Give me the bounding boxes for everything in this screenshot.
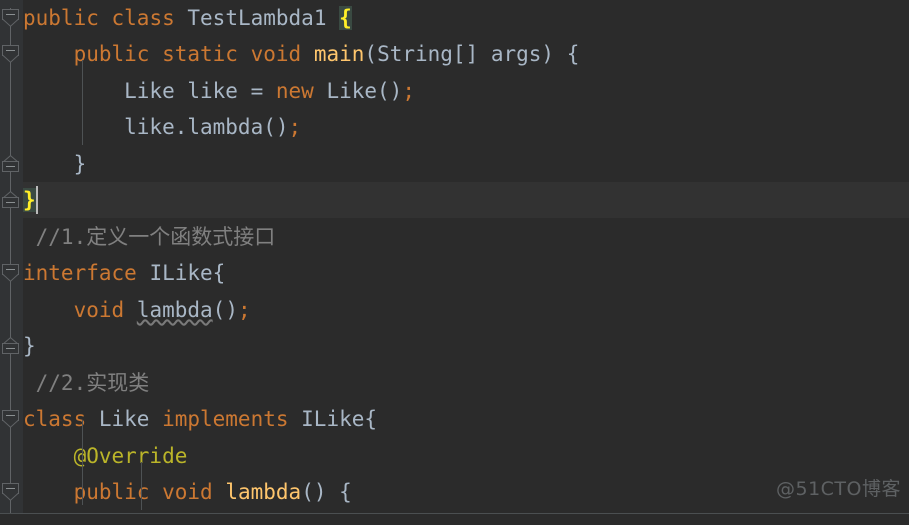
- code-token: }: [23, 334, 36, 358]
- code-token: interface: [23, 261, 137, 285]
- code-line[interactable]: }: [0, 182, 909, 218]
- fold-rail: [10, 8, 11, 513]
- fold-region-end-icon[interactable]: [2, 337, 19, 354]
- code-token: class: [111, 6, 175, 30]
- code-token: {: [339, 6, 352, 30]
- code-token: class: [23, 407, 87, 431]
- code-token: ILike{: [288, 407, 378, 431]
- code-token: Like: [86, 407, 163, 431]
- code-token: public: [73, 42, 150, 66]
- code-token: static: [162, 42, 238, 66]
- code-line-text: }: [23, 146, 87, 182]
- fold-collapse-icon[interactable]: [2, 9, 19, 27]
- fold-region-end-icon[interactable]: [2, 191, 19, 208]
- fold-collapse-icon[interactable]: [2, 483, 19, 501]
- code-line[interactable]: @Override: [0, 438, 909, 474]
- fold-collapse-icon[interactable]: [2, 45, 19, 63]
- code-line-text: }: [23, 182, 36, 218]
- code-token: ;: [402, 79, 415, 103]
- code-token: Like like =: [23, 79, 276, 103]
- watermark-label: @51CTO博客: [775, 478, 901, 500]
- code-line[interactable]: interface ILike{: [0, 255, 909, 291]
- code-token: ;: [288, 115, 302, 139]
- code-token: (): [212, 298, 238, 322]
- code-token: () {: [301, 480, 352, 504]
- code-token: }: [23, 188, 36, 212]
- code-line-text: like.lambda();: [23, 109, 301, 145]
- code-line-text: interface ILike{: [23, 255, 225, 291]
- code-token: ILike{: [136, 261, 226, 285]
- indent-guide: [82, 60, 83, 145]
- code-token: new: [275, 79, 314, 103]
- fold-region-end-icon[interactable]: [2, 155, 19, 172]
- code-token: void: [250, 42, 302, 66]
- code-line-text: }: [23, 328, 36, 364]
- code-line[interactable]: class Like implements ILike{: [0, 401, 909, 437]
- code-line[interactable]: public void lambda() {: [0, 474, 909, 510]
- fold-collapse-icon[interactable]: [2, 410, 19, 428]
- code-token: void: [73, 298, 125, 322]
- editor-bottom-strip: [0, 514, 909, 525]
- code-token: implements: [162, 407, 289, 431]
- indent-guide: [82, 420, 83, 505]
- code-line-text: void lambda();: [23, 292, 251, 328]
- code-line-text: public class TestLambda1 {: [23, 0, 352, 36]
- code-token: lambda: [225, 480, 302, 504]
- text-caret: [36, 186, 38, 214]
- code-line[interactable]: //2.实现类: [0, 365, 909, 401]
- code-line[interactable]: }: [0, 328, 909, 364]
- code-line-text: public void lambda() {: [23, 474, 352, 510]
- code-token: Like: [313, 79, 378, 103]
- code-token: (String[] args) {: [364, 42, 580, 66]
- code-token: //1.定义一个函数式接口: [23, 225, 276, 249]
- fold-collapse-icon[interactable]: [2, 264, 19, 282]
- code-token: (): [377, 79, 403, 103]
- code-line[interactable]: //1.定义一个函数式接口: [0, 219, 909, 255]
- code-token: like.lambda(): [23, 115, 289, 139]
- code-line-text: @Override: [23, 438, 188, 474]
- code-line-text: //2.实现类: [23, 365, 150, 401]
- code-token: main: [313, 42, 365, 66]
- code-line[interactable]: like.lambda();: [0, 109, 909, 145]
- code-line-text: class Like implements ILike{: [23, 401, 377, 437]
- indent-guide: [141, 462, 142, 510]
- code-token: TestLambda1: [187, 6, 327, 30]
- code-line[interactable]: Like like = new Like();: [0, 73, 909, 109]
- editor-gutter[interactable]: [0, 0, 23, 525]
- code-line-text: //1.定义一个函数式接口: [23, 219, 276, 255]
- code-line[interactable]: void lambda();: [0, 292, 909, 328]
- code-line[interactable]: }: [0, 146, 909, 182]
- code-token: ;: [237, 298, 251, 322]
- code-token: public: [73, 480, 150, 504]
- editor-bottom-divider: [0, 513, 909, 514]
- code-token: void: [162, 480, 213, 504]
- code-line-text: public static void main(String[] args) {: [23, 36, 580, 72]
- code-token: }: [23, 152, 87, 176]
- code-editor[interactable]: public class TestLambda1 { public static…: [0, 0, 909, 525]
- code-token: //2.实现类: [23, 371, 150, 395]
- code-line[interactable]: public class TestLambda1 {: [0, 0, 909, 36]
- code-token: public: [23, 6, 99, 30]
- code-line[interactable]: public static void main(String[] args) {: [0, 36, 909, 72]
- code-token: lambda: [136, 298, 213, 322]
- code-token: @Override: [73, 444, 188, 468]
- code-lines[interactable]: public class TestLambda1 { public static…: [0, 0, 909, 525]
